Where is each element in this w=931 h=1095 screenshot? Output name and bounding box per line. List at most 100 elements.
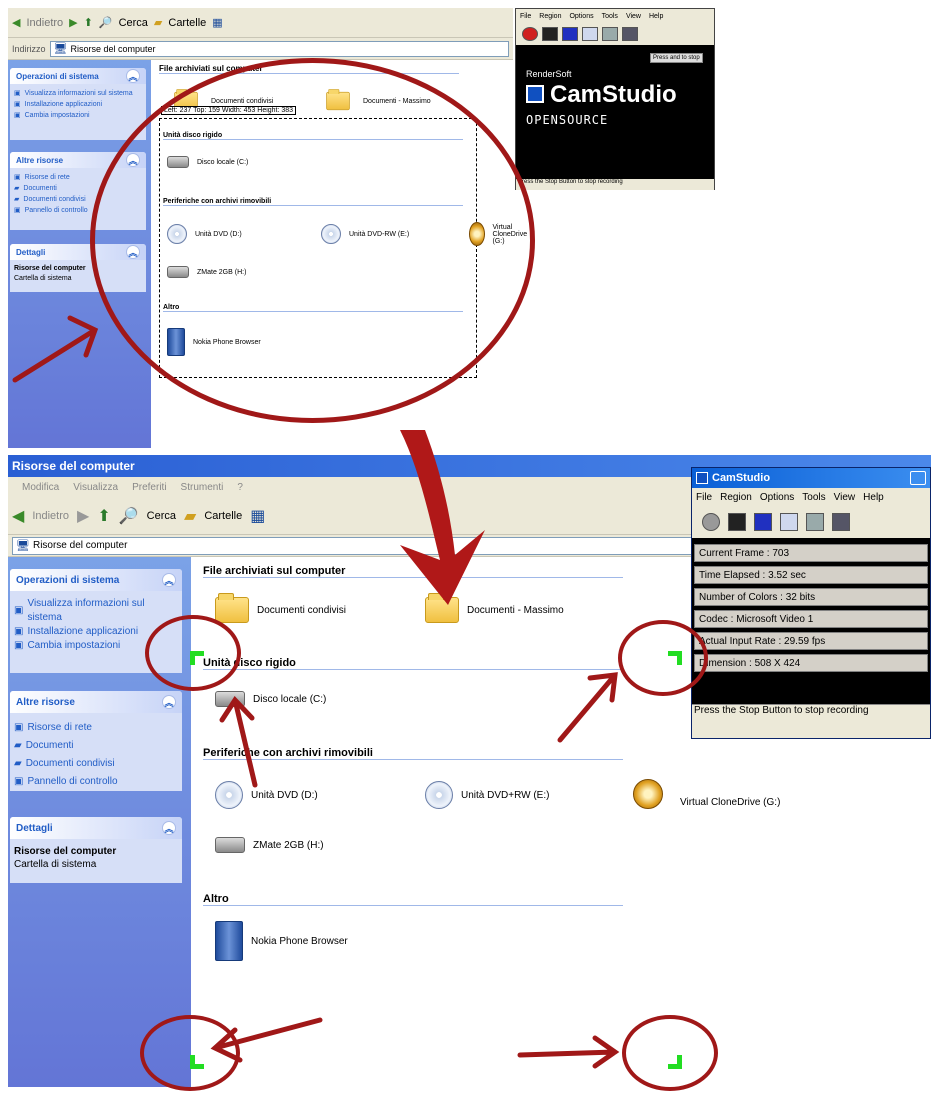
- camera-icon[interactable]: [832, 513, 850, 531]
- collapse-chevron-icon[interactable]: ︽: [162, 573, 176, 587]
- stat-codec: Codec : Microsoft Video 1: [694, 610, 928, 628]
- settings-icon: ▣: [14, 112, 21, 119]
- up-folder-icon[interactable]: ⬆: [97, 506, 110, 526]
- task-add-remove[interactable]: ▣ Installazione applicazioni: [14, 99, 142, 110]
- place-shared-documents[interactable]: ▰ Documenti condivisi: [14, 755, 178, 773]
- cam-brand: RenderSoft: [526, 69, 572, 79]
- control-panel-icon: ▣: [14, 207, 21, 214]
- item-label: Disco locale (C:): [253, 693, 327, 705]
- bottom-item-dvdrw[interactable]: Unità DVD+RW (E:): [425, 781, 549, 809]
- menu-edit[interactable]: Modifica: [22, 482, 59, 493]
- place-network[interactable]: ▣ Risorse di rete: [14, 719, 178, 737]
- item-label: Nokia Phone Browser: [251, 935, 348, 947]
- place-documents[interactable]: ▰ Documenti: [14, 737, 178, 755]
- top-system-tasks-header[interactable]: Operazioni di sistema ︽: [10, 68, 146, 84]
- folders-button[interactable]: Cartelle: [204, 510, 242, 522]
- back-icon[interactable]: ◀: [12, 16, 20, 29]
- region-icon[interactable]: [582, 27, 598, 41]
- bottom-item-zmate[interactable]: ZMate 2GB (H:): [215, 837, 324, 853]
- pause-icon[interactable]: [542, 27, 558, 41]
- menu-region[interactable]: Region: [720, 492, 752, 503]
- menu-help[interactable]: Help: [649, 13, 663, 20]
- menu-help[interactable]: ?: [237, 482, 243, 493]
- place-label: Documenti condivisi: [25, 758, 115, 769]
- bottom-screenshot: Risorse del computer Modifica Visualizza…: [8, 455, 931, 1087]
- collapse-chevron-icon[interactable]: ︽: [126, 69, 140, 83]
- top-cam-toolbar: [516, 23, 714, 45]
- search-button[interactable]: Cerca: [147, 510, 176, 522]
- task-change-settings[interactable]: ▣ Cambia impostazioni: [14, 110, 142, 121]
- menu-options[interactable]: Options: [760, 492, 794, 503]
- record-icon[interactable]: [522, 27, 538, 41]
- address-input[interactable]: 🖥 Risorse del computer: [12, 536, 694, 555]
- bottom-system-tasks-title: Operazioni di sistema: [16, 574, 120, 586]
- place-label: Documenti: [23, 185, 57, 192]
- search-icon[interactable]: 🔎: [119, 506, 139, 526]
- bottom-item-local-disk[interactable]: Disco locale (C:): [215, 691, 326, 707]
- camera-icon[interactable]: [622, 27, 638, 41]
- folder-icon: ▰: [14, 185, 20, 192]
- bottom-item-dvd[interactable]: Unità DVD (D:): [215, 781, 318, 809]
- place-label: Documenti condivisi: [23, 196, 86, 203]
- menu-view[interactable]: View: [626, 13, 641, 20]
- stop-icon[interactable]: [754, 513, 772, 531]
- bottom-details-header[interactable]: Dettagli ︽: [10, 817, 182, 839]
- stop-icon[interactable]: [562, 27, 578, 41]
- address-input[interactable]: 🖥 Risorse del computer: [49, 40, 509, 57]
- task-view-system-info[interactable]: ▣ Visualizza informazioni sul sistema: [14, 597, 178, 625]
- up-folder-icon[interactable]: ⬆: [84, 16, 93, 29]
- task-label: Visualizza informazioni sul sistema: [24, 90, 133, 97]
- menu-help[interactable]: Help: [863, 492, 884, 503]
- menu-file[interactable]: File: [520, 13, 531, 20]
- annotation-circle-top-right: [618, 620, 708, 696]
- computer-icon: 🖥: [16, 540, 30, 552]
- region-icon[interactable]: [780, 513, 798, 531]
- folders-button[interactable]: Cartelle: [168, 17, 206, 29]
- bottom-item-user-docs[interactable]: Documenti - Massimo: [425, 593, 564, 623]
- back-button[interactable]: Indietro: [32, 510, 69, 522]
- address-value: Risorse del computer: [70, 43, 156, 54]
- forward-icon[interactable]: ▶: [77, 506, 89, 526]
- search-icon[interactable]: 🔎: [99, 16, 113, 29]
- place-control-panel[interactable]: ▣ Pannello di controllo: [14, 773, 178, 791]
- annotate-icon[interactable]: [806, 513, 824, 531]
- collapse-chevron-icon[interactable]: ︽: [162, 695, 176, 709]
- bottom-system-tasks-header[interactable]: Operazioni di sistema ︽: [10, 569, 182, 591]
- bottom-item-shared-docs[interactable]: Documenti condivisi: [215, 593, 346, 623]
- menu-favorites[interactable]: Preferiti: [132, 482, 166, 493]
- menu-tools[interactable]: Tools: [602, 13, 618, 20]
- folder-icon: ▰: [14, 196, 20, 203]
- pause-icon[interactable]: [728, 513, 746, 531]
- cam-status-bar: Press the Stop Button to stop recording: [692, 704, 930, 720]
- minimize-icon[interactable]: [910, 471, 926, 485]
- menu-tools[interactable]: Strumenti: [181, 482, 224, 493]
- search-button[interactable]: Cerca: [119, 17, 148, 29]
- views-icon[interactable]: ▦: [250, 506, 265, 526]
- collapse-chevron-icon[interactable]: ︽: [162, 821, 176, 835]
- bottom-item-nokia[interactable]: Nokia Phone Browser: [215, 921, 348, 961]
- annotate-icon[interactable]: [602, 27, 618, 41]
- menu-tools[interactable]: Tools: [802, 492, 825, 503]
- back-button[interactable]: Indietro: [26, 17, 63, 29]
- folders-icon[interactable]: ▰: [154, 16, 162, 29]
- menu-region[interactable]: Region: [539, 13, 561, 20]
- folders-icon[interactable]: ▰: [184, 506, 196, 526]
- stat-time-elapsed: Time Elapsed : 3.52 sec: [694, 566, 928, 584]
- menu-view[interactable]: View: [834, 492, 856, 503]
- menu-view[interactable]: Visualizza: [73, 482, 118, 493]
- task-label: Installazione applicazioni: [24, 101, 103, 108]
- forward-icon[interactable]: ▶: [69, 16, 77, 29]
- bottom-other-places-header[interactable]: Altre risorse ︽: [10, 691, 182, 713]
- back-icon[interactable]: ◀: [12, 506, 24, 526]
- annotation-circle-bottom-left: [140, 1015, 240, 1091]
- menu-options[interactable]: Options: [569, 13, 593, 20]
- item-label: Unità DVD (D:): [251, 789, 318, 801]
- task-view-system-info[interactable]: ▣ Visualizza informazioni sul sistema: [14, 88, 142, 99]
- bottom-content: File archiviati sul computer Documenti c…: [191, 557, 691, 1087]
- press-and-stop-button[interactable]: Press and to stop: [650, 53, 703, 63]
- stat-dimension: Dimension : 508 X 424: [694, 654, 928, 672]
- record-icon[interactable]: [702, 513, 720, 531]
- views-icon[interactable]: ▦: [212, 16, 222, 29]
- cam-product: CamStudio: [550, 81, 677, 108]
- menu-file[interactable]: File: [696, 492, 712, 503]
